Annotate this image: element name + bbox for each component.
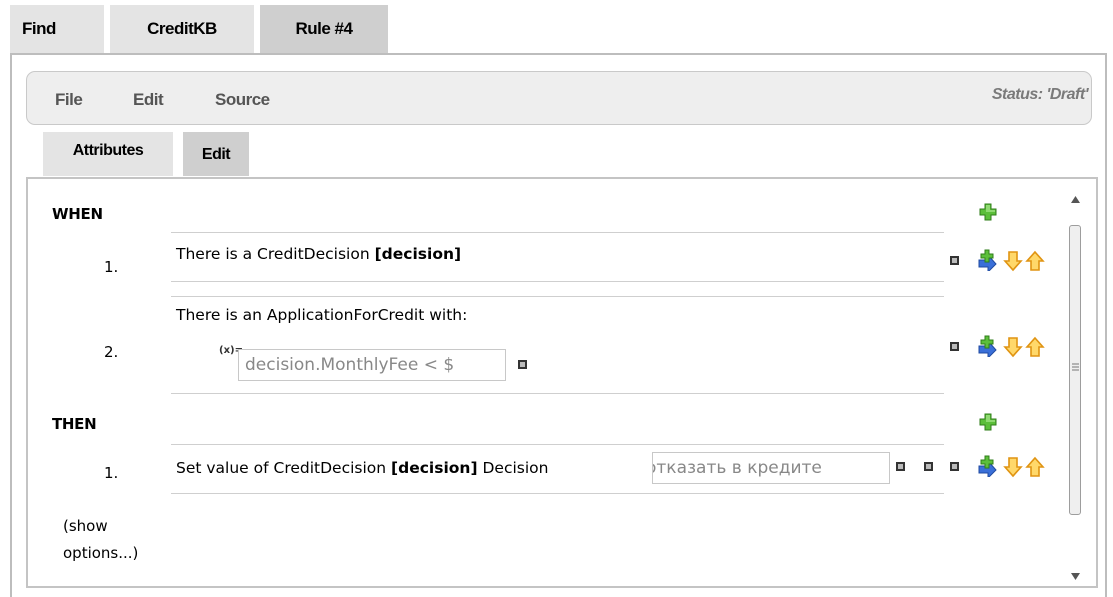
remove-action-icon[interactable] <box>950 462 959 471</box>
arrow-up-icon[interactable] <box>1025 456 1045 478</box>
top-tab-bar: Find CreditKB Rule #4 <box>10 5 394 53</box>
insert-condition-icon[interactable] <box>977 249 999 271</box>
remove-expression-icon[interactable] <box>518 360 527 369</box>
condition-number: 1. <box>104 258 119 276</box>
insert-condition-icon[interactable] <box>977 335 999 357</box>
when-header: WHEN <box>52 205 103 223</box>
condition-row: There is a CreditDecision [decision] <box>171 232 944 282</box>
status-label: Status: 'Draft' <box>991 86 1089 103</box>
action-text: Set value of CreditDecision <box>176 459 392 477</box>
add-condition-icon[interactable] <box>978 202 998 222</box>
menu-bar: File Edit Source Status: 'Draft' <box>26 71 1092 125</box>
action-number: 1. <box>104 464 119 482</box>
sub-tab-bar: Attributes Edit <box>43 132 249 176</box>
scrollbar-thumb[interactable] <box>1069 225 1081 515</box>
expression-field[interactable]: decision.MonthlyFee < $ <box>238 349 506 381</box>
scroll-up-icon[interactable] <box>1071 196 1080 203</box>
menu-file[interactable]: File <box>55 90 83 110</box>
then-header: THEN <box>52 415 97 433</box>
tab-creditkb[interactable]: CreditKB <box>110 5 254 53</box>
add-action-icon[interactable] <box>978 412 998 432</box>
menu-edit[interactable]: Edit <box>133 90 164 110</box>
tab-rule-4[interactable]: Rule #4 <box>260 5 388 53</box>
tab-edit[interactable]: Edit <box>183 132 249 176</box>
arrow-down-icon[interactable] <box>1003 456 1023 478</box>
action-binding: [decision] <box>391 459 478 477</box>
arrow-up-icon[interactable] <box>1025 250 1045 272</box>
scroll-down-icon[interactable] <box>1071 573 1080 580</box>
tab-attributes[interactable]: Attributes <box>43 132 173 176</box>
menu-source[interactable]: Source <box>215 90 270 110</box>
show-options-link[interactable]: (show options...) <box>63 513 143 567</box>
action-field-label: Decision <box>477 459 549 477</box>
condition-text: There is an ApplicationForCredit with: <box>176 306 468 324</box>
condition-number: 2. <box>104 343 119 361</box>
condition-text: There is a CreditDecision <box>176 245 375 263</box>
decision-value-field[interactable]: отказать в кредите <box>652 452 890 484</box>
arrow-down-icon[interactable] <box>1003 336 1023 358</box>
tab-find[interactable]: Find <box>10 5 104 53</box>
remove-value-icon[interactable] <box>896 462 905 471</box>
insert-action-icon[interactable] <box>977 455 999 477</box>
condition-binding: [decision] <box>374 245 462 263</box>
remove-condition-icon[interactable] <box>950 256 959 265</box>
arrow-down-icon[interactable] <box>1003 250 1023 272</box>
arrow-up-icon[interactable] <box>1025 336 1045 358</box>
grip-icon <box>1072 363 1079 371</box>
remove-field-icon[interactable] <box>924 462 933 471</box>
remove-condition-icon[interactable] <box>950 342 959 351</box>
